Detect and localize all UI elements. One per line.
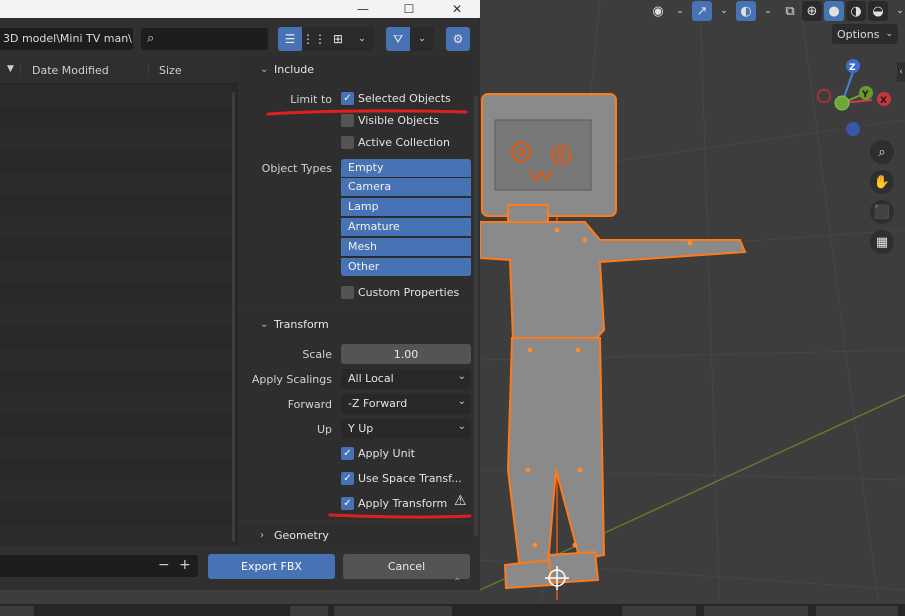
chevron-down-icon[interactable]: ⌄ — [350, 27, 374, 51]
list-item — [0, 524, 232, 546]
export-fbx-button[interactable]: Export FBX — [208, 554, 335, 579]
chevron-down-icon[interactable]: ⌄ — [714, 1, 734, 21]
list-item — [0, 238, 232, 260]
navigation-gizmo[interactable]: Z Y X — [816, 59, 892, 136]
file-list-scrollbar[interactable] — [232, 92, 235, 542]
list-item — [0, 326, 232, 348]
options-dropdown[interactable]: Options ⌄ — [832, 24, 898, 44]
increment-icon[interactable]: + — [179, 557, 191, 573]
list-item — [0, 458, 232, 480]
visibility-icon[interactable]: ◉ — [648, 1, 668, 21]
list-item — [0, 84, 232, 106]
close-icon[interactable]: ✕ — [434, 0, 480, 18]
chevron-down-icon: ⌄ — [885, 29, 893, 39]
filter-group: ⛛ ⌄ — [386, 27, 434, 51]
list-item — [0, 370, 232, 392]
list-item — [0, 480, 232, 502]
list-item — [0, 348, 232, 370]
resize-grip-icon[interactable]: ⌃ — [453, 577, 461, 588]
list-item — [0, 216, 232, 238]
settings-group: ⚙ — [446, 27, 470, 51]
status-bar — [0, 604, 905, 616]
sidebar-toggle-icon[interactable]: ‹ — [897, 62, 905, 82]
list-item — [0, 502, 232, 524]
list-item — [0, 172, 232, 194]
list-item — [0, 414, 232, 436]
list-item — [0, 150, 232, 172]
pan-hand-icon[interactable]: ✋ — [870, 170, 894, 194]
grid-projection-icon[interactable]: ▦ — [870, 230, 894, 254]
file-browser-toolbar: 3D model\Mini TV man\ ⌕ ☰ ⋮⋮ ⊞ ⌄ ⛛ ⌄ ⚙ — [0, 20, 480, 56]
list-item — [0, 282, 232, 304]
directory-path-field[interactable]: 3D model\Mini TV man\ — [0, 28, 133, 50]
search-icon: ⌕ — [147, 31, 155, 46]
viewport-header-tools: ◉ ⌄ ↗ ⌄ ◐ ⌄ ⧉ ⊕ ● ◑ ◒ ⌄ — [648, 0, 905, 22]
annotation-underline-limit-to — [266, 109, 468, 116]
file-list-header: ▼ Date Modified Size — [0, 56, 238, 84]
status-segment — [0, 606, 34, 616]
status-segment — [816, 606, 898, 616]
camera-view-icon[interactable]: ⬛ — [870, 200, 894, 224]
shading-material-icon[interactable]: ◑ — [846, 1, 866, 21]
status-segment — [334, 606, 452, 616]
thumbnails-icon[interactable]: ⊞ — [326, 27, 350, 51]
blender-window: Z Y X ◉ ⌄ ↗ ⌄ ◐ ⌄ ⧉ ⊕ ● ◑ ◒ ⌄ Options ⌄ … — [0, 0, 905, 616]
list-item — [0, 260, 232, 282]
xray-toggle-icon[interactable]: ⧉ — [780, 1, 800, 21]
sort-chevron-icon[interactable]: ▼ — [7, 64, 14, 74]
dialog-footer: − + Export FBX Cancel ⌃ — [0, 546, 480, 590]
filter-icon[interactable]: ⛛ — [386, 27, 410, 51]
chevron-down-icon[interactable]: ⌄ — [890, 1, 905, 21]
shading-rendered-icon[interactable]: ◒ — [868, 1, 888, 21]
search-field[interactable]: ⌕ — [141, 28, 268, 50]
options-label: Options — [837, 27, 880, 41]
zoom-icon[interactable]: ⌕ — [870, 140, 894, 164]
dialog-titlebar: — ☐ ✕ — [0, 0, 480, 18]
minimize-icon[interactable]: — — [340, 0, 386, 18]
status-segment — [622, 606, 696, 616]
chevron-down-icon[interactable]: ⌄ — [670, 1, 690, 21]
maximize-icon[interactable]: ☐ — [386, 0, 432, 18]
shading-solid-icon[interactable]: ● — [824, 1, 844, 21]
gear-icon[interactable]: ⚙ — [446, 27, 470, 51]
column-divider — [148, 62, 149, 78]
status-segment — [290, 606, 328, 616]
list-item — [0, 436, 232, 458]
file-list[interactable]: ▼ Date Modified Size — [0, 56, 238, 546]
list-item — [0, 392, 232, 414]
export-settings-panel: ⌄ Include Limit to ✓ Selected Objects Vi… — [238, 56, 480, 546]
gizmo-y-label: Y — [861, 90, 869, 100]
decrement-icon[interactable]: − — [158, 557, 170, 573]
chevron-down-icon[interactable]: ⌄ — [758, 1, 778, 21]
column-date-modified[interactable]: Date Modified — [32, 64, 109, 77]
list-item — [0, 304, 232, 326]
status-segment — [704, 606, 808, 616]
shading-wireframe-icon[interactable]: ⊕ — [802, 1, 822, 21]
horizontal-list-icon[interactable]: ⋮⋮ — [302, 27, 326, 51]
list-item — [0, 194, 232, 216]
chevron-down-icon[interactable]: ⌄ — [410, 27, 434, 51]
display-mode-group: ☰ ⋮⋮ ⊞ ⌄ — [278, 27, 374, 51]
annotation-underline-apply-transform — [328, 513, 472, 519]
gizmo-x-label: X — [880, 96, 887, 106]
gizmo-z-label: Z — [849, 63, 856, 73]
gizmo-toggle-icon[interactable]: ↗ — [692, 1, 712, 21]
list-item — [0, 128, 232, 150]
overlay-toggle-icon[interactable]: ◐ — [736, 1, 756, 21]
column-divider — [20, 62, 21, 78]
export-fbx-dialog: — ☐ ✕ 3D model\Mini TV man\ ⌕ ☰ ⋮⋮ ⊞ ⌄ ⛛… — [0, 0, 480, 590]
annotation-overlay — [266, 109, 472, 519]
cancel-button[interactable]: Cancel — [343, 554, 470, 579]
vertical-list-icon[interactable]: ☰ — [278, 27, 302, 51]
list-item — [0, 106, 232, 128]
filename-field[interactable]: − + — [0, 555, 198, 577]
column-size[interactable]: Size — [159, 64, 182, 77]
